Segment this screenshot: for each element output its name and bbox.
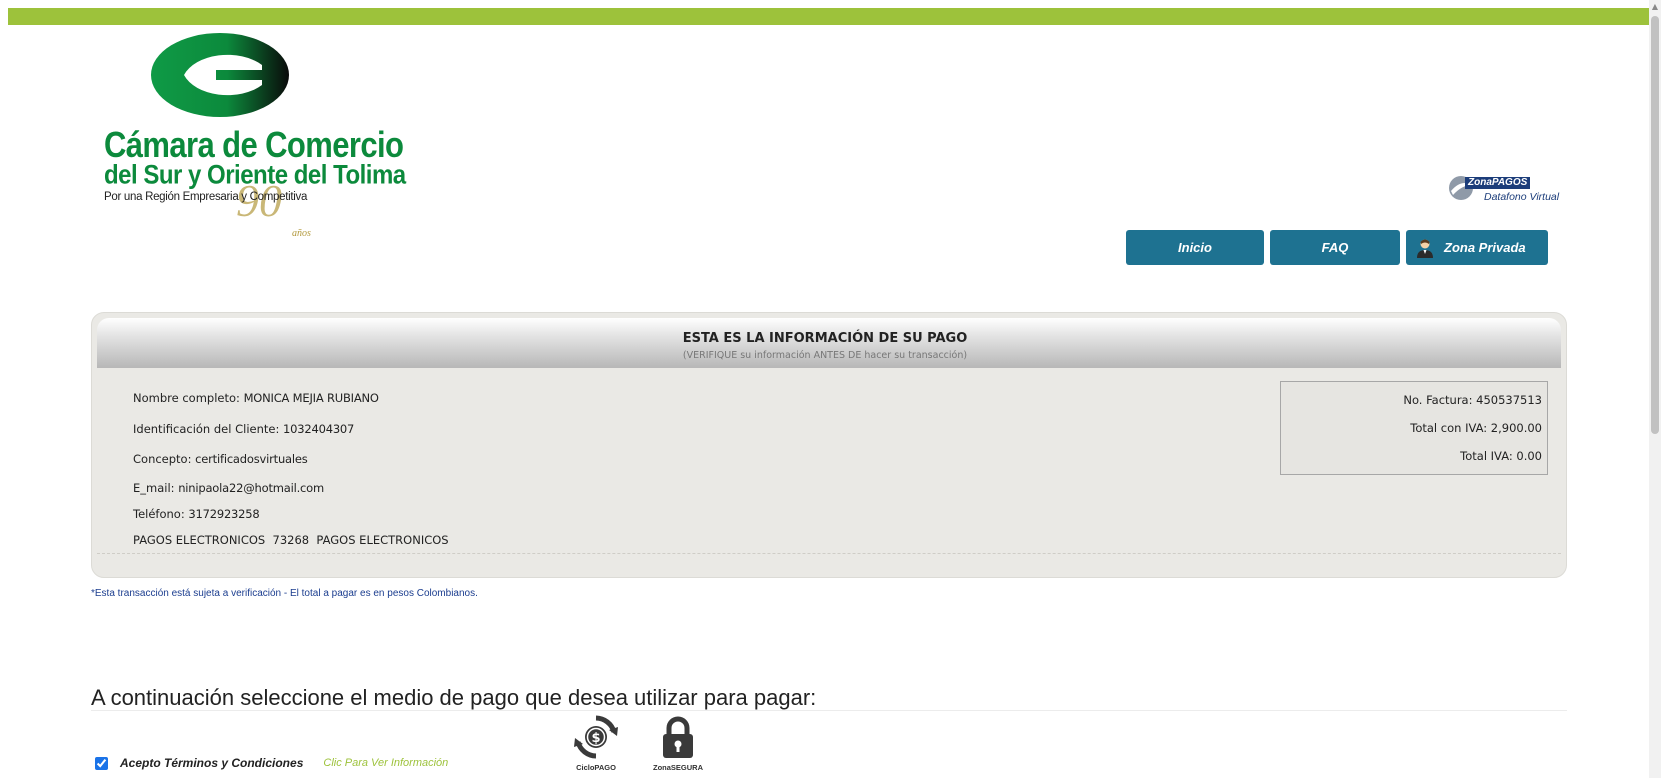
- customer-email: E_mail: ninipaola22@hotmail.com: [133, 481, 325, 495]
- zona-privada-button[interactable]: Zona Privada: [1406, 230, 1548, 265]
- svg-text:$: $: [591, 731, 600, 746]
- panel-divider: [97, 553, 1561, 554]
- payment-reference-line: PAGOS ELECTRONICOS 73268 PAGOS ELECTRONI…: [133, 533, 449, 547]
- faq-button[interactable]: FAQ: [1270, 230, 1400, 265]
- chamber-logo-emblem: [151, 33, 289, 117]
- terms-row: Acepto Términos y Condiciones Clic Para …: [95, 756, 448, 770]
- top-accent-bar: [8, 8, 1649, 25]
- lock-icon: [663, 716, 693, 758]
- panel-title: ESTA ES LA INFORMACIÓN DE SU PAGO: [682, 331, 968, 346]
- cycle-dollar-icon: $: [574, 715, 618, 759]
- ciclopago-badge: $ CicloPAGO: [568, 714, 624, 772]
- customer-id: Identificación del Cliente: 1032404307: [133, 422, 355, 436]
- customer-phone: Teléfono: 3172923258: [133, 507, 260, 521]
- zonapagos-subtitle: Datafono Virtual: [1484, 191, 1560, 203]
- section-divider: [91, 710, 1567, 711]
- vertical-scrollbar[interactable]: ▲: [1649, 0, 1661, 778]
- ciclopago-label: CicloPAGO: [576, 763, 616, 772]
- invoice-number: No. Factura: 450537513: [1403, 393, 1542, 407]
- customer-name: Nombre completo: MONICA MEJIA RUBIANO: [133, 391, 379, 405]
- user-icon: [1417, 239, 1433, 258]
- inicio-button-label: Inicio: [1178, 240, 1212, 255]
- page: Cámara de Comercio del Sur y Oriente del…: [0, 0, 1661, 778]
- terms-checkbox[interactable]: [95, 756, 108, 770]
- zonasegura-badge: ZonaSEGURA: [650, 714, 706, 772]
- logo-slogan: Por una Región Empresaria y Competitiva: [104, 191, 308, 203]
- scroll-up-arrow-icon[interactable]: ▲: [1649, 0, 1661, 14]
- zonapagos-brand: ZonaPAGOS: [1465, 177, 1531, 189]
- scrollbar-thumb[interactable]: [1651, 16, 1659, 434]
- verification-note: *Esta transacción está sujeta a verifica…: [91, 588, 478, 599]
- payment-info-panel: ESTA ES LA INFORMACIÓN DE SU PAGO (VERIF…: [91, 312, 1567, 578]
- faq-button-label: FAQ: [1321, 240, 1349, 255]
- terms-label: Acepto Términos y Condiciones: [120, 756, 304, 770]
- zonasegura-label: ZonaSEGURA: [652, 763, 703, 772]
- zonapagos-logo: ZonaPAGOS Datafono Virtual: [1448, 173, 1568, 207]
- invoice-summary-box: No. Factura: 450537513 Total con IVA: 2,…: [1280, 381, 1548, 475]
- logo-anniversary-sub: años: [292, 228, 311, 239]
- invoice-total-with-iva: Total con IVA: 2,900.00: [1410, 421, 1542, 435]
- chamber-logo[interactable]: Cámara de Comercio del Sur y Oriente del…: [104, 32, 406, 239]
- payment-concept: Concepto: certificadosvirtuales: [133, 452, 308, 466]
- payment-method-title: A continuación seleccione el medio de pa…: [91, 685, 817, 710]
- zona-privada-button-label: Zona Privada: [1444, 240, 1526, 255]
- panel-subtitle: (VERIFIQUE su información ANTES DE hacer…: [682, 350, 968, 361]
- inicio-button[interactable]: Inicio: [1126, 230, 1264, 265]
- terms-info-link[interactable]: Clic Para Ver Información: [323, 757, 448, 769]
- invoice-total-iva: Total IVA: 0.00: [1460, 449, 1542, 463]
